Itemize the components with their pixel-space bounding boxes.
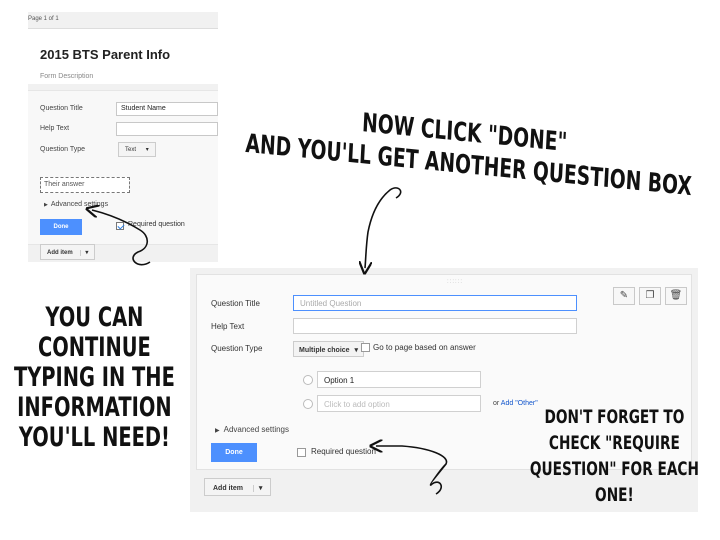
go-to-page-label: Go to page based on answer xyxy=(373,343,476,352)
advanced-settings-toggle[interactable]: ▶ Advanced settings xyxy=(44,201,108,208)
answer-preview: Their answer xyxy=(40,177,130,193)
form-header: 2015 BTS Parent Info Form Description xyxy=(28,28,218,84)
annotation-require-question: Don't forget to check "require question"… xyxy=(528,404,701,508)
annotation-line: check "require xyxy=(548,432,680,454)
required-label: Required question xyxy=(128,221,185,228)
trash-icon[interactable]: 🗑 xyxy=(665,287,687,305)
question-title-input[interactable]: Untitled Question xyxy=(293,295,577,311)
pencil-icon[interactable]: ✎ xyxy=(613,287,635,305)
advanced-settings-label: Advanced settings xyxy=(50,201,109,208)
form-editor-screenshot-1: Page 1 of 1 2015 BTS Parent Info Form De… xyxy=(28,12,218,262)
add-item-button[interactable]: Add item ▾ xyxy=(40,244,96,260)
question-title-label: Question Title xyxy=(40,105,83,112)
add-item-label: Add item xyxy=(47,250,73,256)
triangle-right-icon: ▶ xyxy=(215,428,220,434)
triangle-right-icon: ▶ xyxy=(44,202,48,208)
question-title-label: Question Title xyxy=(211,299,260,308)
form-title[interactable]: 2015 BTS Parent Info xyxy=(40,47,170,62)
help-text-label: Help Text xyxy=(40,125,70,132)
copy-icon[interactable]: ❐ xyxy=(639,287,661,305)
form-description[interactable]: Form Description xyxy=(40,73,93,80)
done-button[interactable]: Done xyxy=(211,443,257,462)
advanced-settings-toggle[interactable]: ▶ Advanced settings xyxy=(215,425,289,434)
chevron-down-icon: ▾ xyxy=(252,485,263,492)
annotation-line: Don't forget to xyxy=(544,406,685,428)
annotation-line: you'll need! xyxy=(18,422,170,453)
arrow-to-new-box xyxy=(365,187,402,268)
add-item-label: Add item xyxy=(213,485,243,492)
required-label: Required question xyxy=(311,447,376,456)
done-button[interactable]: Done xyxy=(40,219,82,235)
chevron-down-icon: ▾ xyxy=(354,347,359,354)
option-1-input[interactable]: Option 1 xyxy=(317,371,481,388)
annotation-line: question" for each xyxy=(529,458,699,480)
option-radio xyxy=(303,399,313,409)
required-checkbox[interactable] xyxy=(297,448,306,457)
question-title-input[interactable]: Student Name xyxy=(116,102,218,116)
add-option-input[interactable]: Click to add option xyxy=(317,395,481,412)
annotation-click-done: Now click "done" and you'll get another … xyxy=(245,96,694,203)
drag-handle[interactable]: :::::: xyxy=(447,279,463,285)
question-type-select[interactable]: Text ▾ xyxy=(118,142,156,157)
chevron-down-icon: ▾ xyxy=(80,250,89,256)
question-type-value: Text xyxy=(125,147,137,153)
annotation-line: continue xyxy=(37,332,151,363)
page-label: Page 1 of 1 xyxy=(28,16,59,22)
annotation-continue-typing: You can continue typing in the informati… xyxy=(8,303,181,453)
question-type-label: Question Type xyxy=(40,146,86,153)
question-box: Question Title Student Name Help Text Qu… xyxy=(28,90,218,245)
annotation-line: one! xyxy=(595,484,634,506)
option-radio xyxy=(303,375,313,385)
or-label: or xyxy=(493,400,500,407)
annotation-line: typing in the xyxy=(13,362,175,393)
annotation-line: information xyxy=(17,392,172,423)
required-checkbox[interactable] xyxy=(116,222,124,230)
help-text-input[interactable] xyxy=(116,122,218,136)
go-to-page-checkbox[interactable] xyxy=(361,343,370,352)
question-type-value: Multiple choice xyxy=(299,347,350,354)
annotation-line: You can xyxy=(45,302,144,333)
question-type-label: Question Type xyxy=(211,344,263,353)
add-item-button[interactable]: Add item ▾ xyxy=(204,478,272,496)
help-text-input[interactable] xyxy=(293,318,577,334)
help-text-label: Help Text xyxy=(211,322,245,331)
question-type-select[interactable]: Multiple choice ▾ xyxy=(293,341,365,357)
chevron-down-icon: ▾ xyxy=(145,147,149,153)
advanced-settings-label: Advanced settings xyxy=(223,425,289,434)
